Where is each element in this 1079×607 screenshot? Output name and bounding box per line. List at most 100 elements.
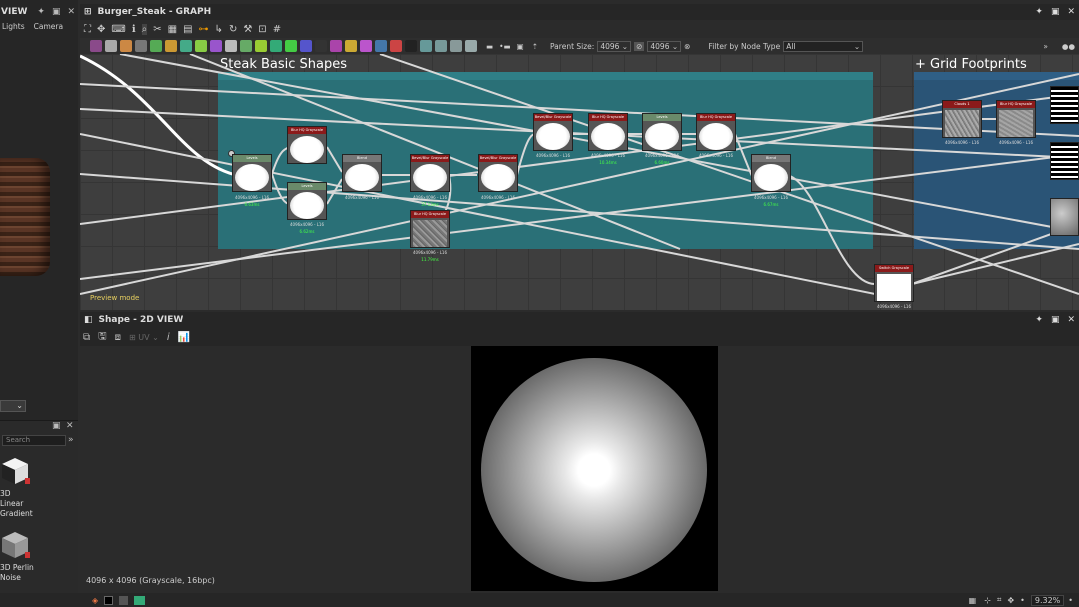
node-icon-24[interactable] (435, 40, 447, 52)
node-stripes-1[interactable] (1050, 86, 1079, 124)
node-icon-25[interactable] (450, 40, 462, 52)
size-select-2[interactable]: 4096 ⌄ (647, 40, 682, 52)
node-icon-20[interactable] (375, 40, 387, 52)
comment-icon[interactable]: ▬ (486, 42, 493, 51)
node-clouds[interactable]: Clouds 1 (942, 100, 982, 138)
node-bevel-blur-3[interactable]: Bevel/Blur Grayscale (533, 113, 573, 151)
node-icon-10[interactable] (225, 40, 237, 52)
node-icon-15[interactable] (300, 40, 312, 52)
float-icon[interactable]: ▣ (1051, 7, 1060, 17)
node-blur-hq[interactable]: Blur HQ Grayscale (287, 126, 327, 164)
node-icon-13[interactable] (270, 40, 282, 52)
parent-size-select[interactable]: 4096 ⌄ (597, 40, 632, 52)
node-icon-22[interactable] (405, 40, 417, 52)
pin-icon[interactable]: ✦ (37, 7, 45, 17)
frame-all-icon[interactable]: ⛶ (84, 24, 91, 35)
histogram-icon[interactable]: 📊 (178, 332, 190, 343)
refresh-icon[interactable]: ↻ (229, 24, 237, 35)
node-bevel-blur-2[interactable]: Bevel/Blur Grayscale (478, 154, 518, 192)
node-icon-12[interactable] (255, 40, 267, 52)
pin-icon[interactable]: ✦ (1035, 315, 1043, 325)
expand-icon[interactable]: » (68, 435, 74, 445)
node-icon-19[interactable] (360, 40, 372, 52)
node-levels-3[interactable]: Levels (642, 113, 682, 151)
tab-lights[interactable]: Lights (2, 22, 25, 34)
node-icon-1[interactable] (90, 40, 102, 52)
fit-icon[interactable]: ⌗ (997, 595, 1002, 605)
node-blur-hq-4[interactable]: Blur HQ Grayscale (996, 100, 1036, 138)
node-icon-11[interactable] (240, 40, 252, 52)
node-icon-26[interactable] (465, 40, 477, 52)
node-icon-9[interactable] (210, 40, 222, 52)
close-icon[interactable]: ✕ (67, 7, 75, 17)
library-item-perlin-noise[interactable]: 3D Perlin Noise (0, 530, 34, 583)
node-icon-23[interactable] (420, 40, 432, 52)
zoom-value[interactable]: 9.32% (1030, 594, 1065, 606)
copy-icon[interactable]: ⧉ (83, 332, 90, 343)
node-levels[interactable]: Levels (232, 154, 272, 192)
search-icon[interactable]: ⌕ (141, 23, 148, 35)
node-blur-hq-3[interactable]: Blur HQ Grayscale (696, 113, 736, 151)
zoom-dot-icon[interactable]: • (1020, 596, 1025, 605)
tab-camera[interactable]: Camera (34, 22, 63, 34)
library-close-icon[interactable]: ✕ (66, 421, 74, 431)
node-levels-2[interactable]: Levels (287, 182, 327, 220)
library-item-linear-gradient[interactable]: 3D Linear Gradient (0, 456, 34, 519)
node-icon-2[interactable] (105, 40, 117, 52)
close-icon[interactable]: ✕ (1067, 315, 1075, 325)
tool-icon[interactable]: ⚒ (243, 24, 252, 35)
arrow-up-icon[interactable]: ⇡ (532, 42, 538, 51)
node-bevel-blur[interactable]: Bevel/Blur Grayscale (410, 154, 450, 192)
node-icon-5[interactable] (150, 40, 162, 52)
align-icon[interactable]: ▦ (168, 24, 177, 35)
node-switch-grayscale[interactable]: Switch Grayscale (874, 264, 914, 302)
checker-icon[interactable] (119, 595, 129, 605)
node-icon-21[interactable] (390, 40, 402, 52)
node-icon-6[interactable] (165, 40, 177, 52)
image-mode-icon[interactable] (134, 595, 146, 605)
reset-icon[interactable]: ⊗ (684, 42, 690, 51)
node-icon-7[interactable] (180, 40, 192, 52)
node-icon-14[interactable] (285, 40, 297, 52)
node-blend-2[interactable]: Blend (751, 154, 791, 192)
grid-icon[interactable]: # (273, 24, 281, 35)
layout-icon[interactable]: ▤ (183, 24, 192, 35)
layers-icon[interactable]: ◈ (92, 596, 98, 605)
connect-icon[interactable]: ↳ (215, 24, 223, 35)
2d-preview-image[interactable] (471, 346, 718, 591)
more-icon[interactable]: » (1043, 42, 1048, 51)
cut-icon[interactable]: ✂ (153, 24, 161, 35)
filter-select[interactable]: All ⌄ (783, 40, 864, 52)
duplicate-icon[interactable]: ⧈ (115, 332, 121, 343)
node-icon-16[interactable] (315, 40, 327, 52)
node-icon-18[interactable] (345, 40, 357, 52)
float-icon[interactable]: ▣ (1051, 315, 1060, 325)
node-icon-8[interactable] (195, 40, 207, 52)
node-icon-4[interactable] (135, 40, 147, 52)
link-size-icon[interactable]: ⊘ (634, 41, 645, 51)
node-stripes-2[interactable] (1050, 142, 1079, 180)
link-icon[interactable]: ⊶ (199, 24, 209, 35)
pin-node-icon[interactable]: •▬ (499, 42, 511, 51)
node-icon-17[interactable] (330, 40, 342, 52)
node-blur-hq-noise[interactable]: Blur HQ Grayscale (410, 210, 450, 248)
node-noise[interactable] (1050, 198, 1079, 236)
info-icon[interactable]: i (167, 332, 170, 343)
zoom-menu-icon[interactable]: • (1068, 596, 1073, 605)
pan-icon[interactable]: ✥ (1007, 596, 1014, 605)
float-icon[interactable]: ▣ (52, 7, 61, 17)
options-icon[interactable]: ●● (1062, 42, 1075, 51)
pan-icon[interactable]: ✥ (97, 24, 105, 35)
library-float-icon[interactable]: ▣ (52, 421, 61, 431)
info-icon[interactable]: ℹ (132, 24, 136, 35)
node-blend[interactable]: Blend (342, 154, 382, 192)
frame-node-icon[interactable]: ▣ (517, 42, 524, 51)
tiling-icon[interactable]: ⊹ (984, 596, 991, 605)
close-icon[interactable]: ✕ (1067, 7, 1075, 17)
uv-select[interactable]: ⊞ UV ⌄ (129, 333, 159, 342)
save-icon[interactable]: 🖫 (98, 329, 107, 346)
pin-icon[interactable]: ✦ (1035, 7, 1043, 17)
grid-view-icon[interactable]: ▦ (969, 596, 977, 605)
black-swatch[interactable] (104, 595, 114, 605)
node-blur-hq-2[interactable]: Blur HQ Grayscale (588, 113, 628, 151)
